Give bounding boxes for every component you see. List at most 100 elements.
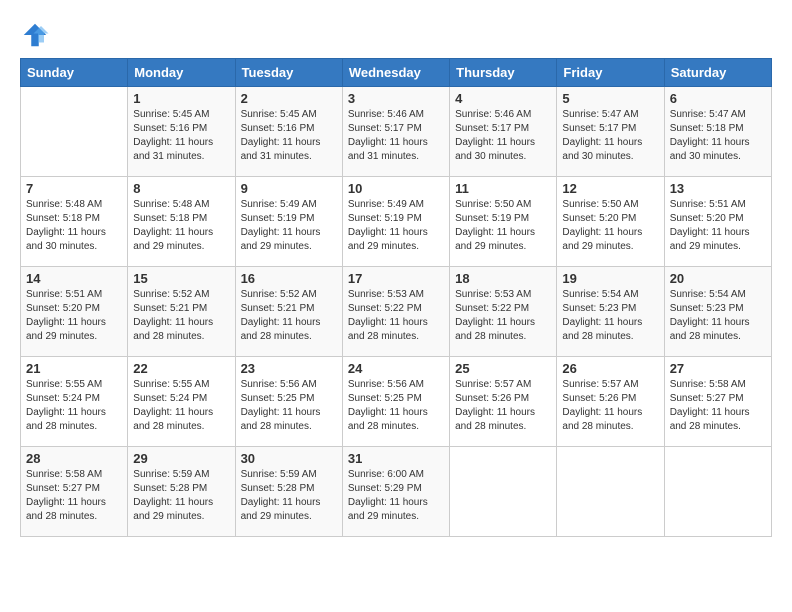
- day-cell: 4 Sunrise: 5:46 AMSunset: 5:17 PMDayligh…: [450, 87, 557, 177]
- day-cell: 3 Sunrise: 5:46 AMSunset: 5:17 PMDayligh…: [342, 87, 449, 177]
- day-info: Sunrise: 5:45 AMSunset: 5:16 PMDaylight:…: [241, 108, 337, 164]
- day-number: 1: [133, 91, 229, 106]
- day-cell: 23 Sunrise: 5:56 AMSunset: 5:25 PMDaylig…: [235, 357, 342, 447]
- day-info: Sunrise: 5:56 AMSunset: 5:25 PMDaylight:…: [348, 378, 444, 434]
- day-cell: 17 Sunrise: 5:53 AMSunset: 5:22 PMDaylig…: [342, 267, 449, 357]
- day-info: Sunrise: 5:51 AMSunset: 5:20 PMDaylight:…: [670, 198, 766, 254]
- day-info: Sunrise: 5:53 AMSunset: 5:22 PMDaylight:…: [348, 288, 444, 344]
- day-info: Sunrise: 5:55 AMSunset: 5:24 PMDaylight:…: [26, 378, 122, 434]
- day-cell: 1 Sunrise: 5:45 AMSunset: 5:16 PMDayligh…: [128, 87, 235, 177]
- day-info: Sunrise: 5:48 AMSunset: 5:18 PMDaylight:…: [133, 198, 229, 254]
- week-row-3: 14 Sunrise: 5:51 AMSunset: 5:20 PMDaylig…: [21, 267, 772, 357]
- day-cell: 11 Sunrise: 5:50 AMSunset: 5:19 PMDaylig…: [450, 177, 557, 267]
- page-header: [20, 20, 772, 50]
- day-cell: 7 Sunrise: 5:48 AMSunset: 5:18 PMDayligh…: [21, 177, 128, 267]
- day-cell: 29 Sunrise: 5:59 AMSunset: 5:28 PMDaylig…: [128, 447, 235, 537]
- day-info: Sunrise: 5:57 AMSunset: 5:26 PMDaylight:…: [562, 378, 658, 434]
- day-cell: [557, 447, 664, 537]
- day-number: 6: [670, 91, 766, 106]
- day-number: 24: [348, 361, 444, 376]
- day-cell: 8 Sunrise: 5:48 AMSunset: 5:18 PMDayligh…: [128, 177, 235, 267]
- day-cell: 27 Sunrise: 5:58 AMSunset: 5:27 PMDaylig…: [664, 357, 771, 447]
- day-cell: 10 Sunrise: 5:49 AMSunset: 5:19 PMDaylig…: [342, 177, 449, 267]
- day-number: 3: [348, 91, 444, 106]
- day-cell: 22 Sunrise: 5:55 AMSunset: 5:24 PMDaylig…: [128, 357, 235, 447]
- day-cell: 30 Sunrise: 5:59 AMSunset: 5:28 PMDaylig…: [235, 447, 342, 537]
- day-info: Sunrise: 5:52 AMSunset: 5:21 PMDaylight:…: [133, 288, 229, 344]
- day-number: 13: [670, 181, 766, 196]
- day-number: 14: [26, 271, 122, 286]
- calendar-table: SundayMondayTuesdayWednesdayThursdayFrid…: [20, 58, 772, 537]
- day-cell: 14 Sunrise: 5:51 AMSunset: 5:20 PMDaylig…: [21, 267, 128, 357]
- header-row: SundayMondayTuesdayWednesdayThursdayFrid…: [21, 59, 772, 87]
- day-number: 10: [348, 181, 444, 196]
- day-cell: 24 Sunrise: 5:56 AMSunset: 5:25 PMDaylig…: [342, 357, 449, 447]
- day-info: Sunrise: 5:58 AMSunset: 5:27 PMDaylight:…: [670, 378, 766, 434]
- day-cell: 6 Sunrise: 5:47 AMSunset: 5:18 PMDayligh…: [664, 87, 771, 177]
- week-row-1: 1 Sunrise: 5:45 AMSunset: 5:16 PMDayligh…: [21, 87, 772, 177]
- day-number: 27: [670, 361, 766, 376]
- day-info: Sunrise: 5:50 AMSunset: 5:19 PMDaylight:…: [455, 198, 551, 254]
- day-info: Sunrise: 5:53 AMSunset: 5:22 PMDaylight:…: [455, 288, 551, 344]
- day-cell: 20 Sunrise: 5:54 AMSunset: 5:23 PMDaylig…: [664, 267, 771, 357]
- day-cell: 21 Sunrise: 5:55 AMSunset: 5:24 PMDaylig…: [21, 357, 128, 447]
- day-number: 19: [562, 271, 658, 286]
- day-cell: 28 Sunrise: 5:58 AMSunset: 5:27 PMDaylig…: [21, 447, 128, 537]
- col-header-monday: Monday: [128, 59, 235, 87]
- day-info: Sunrise: 5:59 AMSunset: 5:28 PMDaylight:…: [133, 468, 229, 524]
- day-number: 26: [562, 361, 658, 376]
- day-number: 2: [241, 91, 337, 106]
- week-row-2: 7 Sunrise: 5:48 AMSunset: 5:18 PMDayligh…: [21, 177, 772, 267]
- day-number: 16: [241, 271, 337, 286]
- day-info: Sunrise: 5:55 AMSunset: 5:24 PMDaylight:…: [133, 378, 229, 434]
- day-info: Sunrise: 5:56 AMSunset: 5:25 PMDaylight:…: [241, 378, 337, 434]
- day-cell: [450, 447, 557, 537]
- col-header-sunday: Sunday: [21, 59, 128, 87]
- day-cell: 26 Sunrise: 5:57 AMSunset: 5:26 PMDaylig…: [557, 357, 664, 447]
- col-header-tuesday: Tuesday: [235, 59, 342, 87]
- day-number: 23: [241, 361, 337, 376]
- day-info: Sunrise: 5:46 AMSunset: 5:17 PMDaylight:…: [348, 108, 444, 164]
- day-info: Sunrise: 5:58 AMSunset: 5:27 PMDaylight:…: [26, 468, 122, 524]
- day-cell: 15 Sunrise: 5:52 AMSunset: 5:21 PMDaylig…: [128, 267, 235, 357]
- day-number: 8: [133, 181, 229, 196]
- day-number: 15: [133, 271, 229, 286]
- day-cell: 25 Sunrise: 5:57 AMSunset: 5:26 PMDaylig…: [450, 357, 557, 447]
- day-cell: 12 Sunrise: 5:50 AMSunset: 5:20 PMDaylig…: [557, 177, 664, 267]
- week-row-5: 28 Sunrise: 5:58 AMSunset: 5:27 PMDaylig…: [21, 447, 772, 537]
- week-row-4: 21 Sunrise: 5:55 AMSunset: 5:24 PMDaylig…: [21, 357, 772, 447]
- day-number: 7: [26, 181, 122, 196]
- col-header-thursday: Thursday: [450, 59, 557, 87]
- day-info: Sunrise: 5:49 AMSunset: 5:19 PMDaylight:…: [348, 198, 444, 254]
- day-cell: 13 Sunrise: 5:51 AMSunset: 5:20 PMDaylig…: [664, 177, 771, 267]
- day-number: 4: [455, 91, 551, 106]
- day-info: Sunrise: 5:52 AMSunset: 5:21 PMDaylight:…: [241, 288, 337, 344]
- day-info: Sunrise: 5:47 AMSunset: 5:18 PMDaylight:…: [670, 108, 766, 164]
- day-info: Sunrise: 5:47 AMSunset: 5:17 PMDaylight:…: [562, 108, 658, 164]
- day-number: 17: [348, 271, 444, 286]
- day-info: Sunrise: 5:54 AMSunset: 5:23 PMDaylight:…: [670, 288, 766, 344]
- day-info: Sunrise: 5:48 AMSunset: 5:18 PMDaylight:…: [26, 198, 122, 254]
- day-info: Sunrise: 5:46 AMSunset: 5:17 PMDaylight:…: [455, 108, 551, 164]
- logo: [20, 20, 54, 50]
- day-number: 29: [133, 451, 229, 466]
- day-cell: 16 Sunrise: 5:52 AMSunset: 5:21 PMDaylig…: [235, 267, 342, 357]
- col-header-saturday: Saturday: [664, 59, 771, 87]
- logo-icon: [20, 20, 50, 50]
- day-number: 12: [562, 181, 658, 196]
- day-number: 11: [455, 181, 551, 196]
- day-number: 5: [562, 91, 658, 106]
- day-info: Sunrise: 5:51 AMSunset: 5:20 PMDaylight:…: [26, 288, 122, 344]
- day-cell: 2 Sunrise: 5:45 AMSunset: 5:16 PMDayligh…: [235, 87, 342, 177]
- day-cell: 5 Sunrise: 5:47 AMSunset: 5:17 PMDayligh…: [557, 87, 664, 177]
- day-number: 18: [455, 271, 551, 286]
- day-number: 22: [133, 361, 229, 376]
- day-number: 25: [455, 361, 551, 376]
- day-number: 21: [26, 361, 122, 376]
- day-cell: 9 Sunrise: 5:49 AMSunset: 5:19 PMDayligh…: [235, 177, 342, 267]
- day-number: 28: [26, 451, 122, 466]
- day-info: Sunrise: 5:50 AMSunset: 5:20 PMDaylight:…: [562, 198, 658, 254]
- day-cell: [21, 87, 128, 177]
- day-number: 30: [241, 451, 337, 466]
- day-cell: 19 Sunrise: 5:54 AMSunset: 5:23 PMDaylig…: [557, 267, 664, 357]
